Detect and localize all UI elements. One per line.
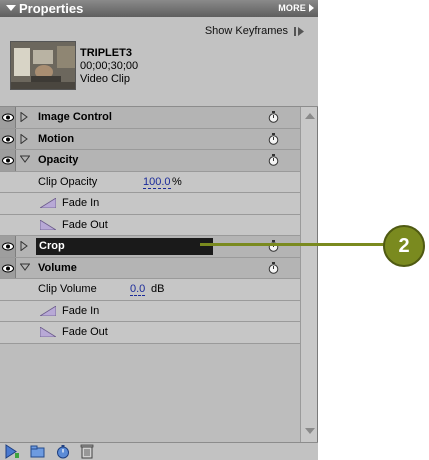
stopwatch-icon[interactable] (268, 111, 279, 123)
twirl-down-icon[interactable] (20, 263, 30, 271)
eye-icon[interactable] (2, 135, 14, 144)
effect-label: Volume (38, 261, 77, 274)
crop-selection-highlight[interactable]: Crop (36, 238, 213, 255)
clip-volume-unit: dB (151, 283, 165, 295)
eye-icon[interactable] (2, 113, 14, 122)
play-preview-icon[interactable] (4, 444, 20, 459)
eye-icon[interactable] (2, 156, 14, 165)
visibility-toggle[interactable] (0, 236, 16, 257)
param-label: Clip Volume (38, 283, 97, 295)
fade-out-ramp-icon (40, 327, 56, 337)
fade-out-button[interactable]: Fade Out (62, 219, 108, 231)
clip-timecode: 00;00;30;00 (80, 60, 139, 72)
volume-fade-in-button[interactable]: Fade In (62, 305, 99, 317)
scroll-up-arrow-icon[interactable] (305, 113, 315, 119)
callout-leader-line (200, 243, 387, 246)
twirl-right-icon[interactable] (20, 112, 28, 122)
param-label: Clip Opacity (38, 175, 98, 188)
vertical-scrollbar[interactable] (300, 107, 317, 442)
effect-row-image-control[interactable]: Image Control (0, 107, 300, 129)
effect-row-opacity[interactable]: Opacity (0, 150, 300, 172)
properties-panel: Properties MORE Show Keyframes TRIPLET3 … (0, 0, 318, 460)
stopwatch-toolbar-icon[interactable] (55, 444, 71, 459)
visibility-toggle[interactable] (0, 107, 16, 128)
show-keyframes-icon[interactable] (294, 27, 304, 36)
stopwatch-icon[interactable] (268, 240, 279, 252)
twirl-right-icon[interactable] (20, 241, 28, 251)
twirl-right-icon[interactable] (20, 133, 28, 144)
clip-opacity-unit: % (172, 175, 182, 188)
new-folder-icon[interactable] (30, 444, 46, 459)
clip-header: Show Keyframes TRIPLET3 00;00;30;00 Vide… (0, 17, 318, 107)
clip-thumbnail (10, 41, 76, 90)
stopwatch-icon[interactable] (268, 132, 279, 145)
effect-row-crop[interactable]: Crop (0, 236, 300, 258)
eye-icon[interactable] (2, 242, 14, 251)
param-row-volume-fade-out[interactable]: Fade Out (0, 322, 300, 344)
param-row-fade-in[interactable]: Fade In (0, 193, 300, 215)
effect-label: Opacity (38, 154, 79, 166)
fade-in-ramp-icon (40, 305, 56, 316)
clip-name: TRIPLET3 (80, 47, 132, 59)
fade-in-button[interactable]: Fade In (62, 197, 99, 209)
bottom-toolbar (0, 442, 318, 460)
eye-icon[interactable] (2, 264, 14, 273)
visibility-toggle[interactable] (0, 257, 16, 278)
clip-type: Video Clip (80, 73, 130, 85)
param-row-clip-volume: Clip Volume 0.0 dB (0, 279, 300, 301)
collapse-arrow-icon[interactable] (6, 5, 16, 11)
panel-title: Properties (19, 1, 84, 16)
stopwatch-icon[interactable] (268, 261, 279, 274)
visibility-toggle[interactable] (0, 150, 16, 171)
clip-opacity-value[interactable]: 100.0 (143, 176, 171, 189)
callout-number-badge: 2 (383, 225, 425, 267)
visibility-toggle[interactable] (0, 128, 16, 149)
clip-volume-value[interactable]: 0.0 (130, 283, 146, 296)
effect-row-volume[interactable]: Volume (0, 257, 300, 279)
more-arrow-icon[interactable] (309, 4, 314, 12)
twirl-down-icon[interactable] (20, 155, 30, 163)
param-row-fade-out[interactable]: Fade Out (0, 214, 300, 236)
param-row-volume-fade-in[interactable]: Fade In (0, 300, 300, 322)
param-row-clip-opacity: Clip Opacity 100.0 % (0, 171, 300, 193)
scroll-down-arrow-icon[interactable] (305, 428, 315, 434)
fade-in-ramp-icon (40, 198, 56, 208)
show-keyframes-button[interactable]: Show Keyframes (205, 25, 288, 37)
more-menu-button[interactable]: MORE (278, 3, 306, 13)
volume-fade-out-button[interactable]: Fade Out (62, 326, 108, 338)
trash-icon[interactable] (80, 444, 94, 459)
effect-label: Motion (38, 132, 75, 145)
effect-label: Image Control (38, 111, 112, 123)
stopwatch-icon[interactable] (268, 154, 279, 166)
panel-title-bar[interactable]: Properties MORE (0, 0, 318, 17)
effect-row-motion[interactable]: Motion (0, 128, 300, 150)
effect-label: Crop (39, 240, 65, 252)
fade-out-ramp-icon (40, 219, 56, 230)
effects-list: Image Control Motion Opacity Clip Opacit… (0, 107, 300, 344)
